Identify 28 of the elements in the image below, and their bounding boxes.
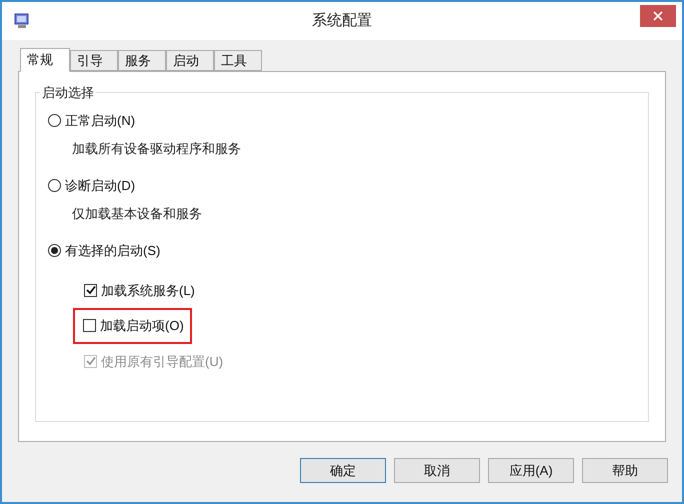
radio-label: 有选择的启动(S) [65,242,160,260]
dialog-button[interactable]: 取消 [394,458,480,483]
checkbox-label: 加载系统服务(L) [101,282,195,300]
tab[interactable]: 引导 [70,50,118,71]
checkmark-icon [86,285,96,296]
radio-button[interactable] [48,114,61,128]
radio-label: 正常启动(N) [65,112,136,130]
dialog-button[interactable]: 帮助 [582,458,668,483]
tab[interactable]: 启动 [166,50,214,71]
checkbox[interactable] [84,284,97,297]
radio-label: 诊断启动(D) [65,177,136,195]
checkbox-label: 加载启动项(O) [100,317,184,335]
tab[interactable]: 常规 [20,48,70,72]
tab[interactable]: 工具 [214,50,262,71]
dialog-button[interactable]: 应用(A) [488,458,574,483]
checkmark-icon [86,356,96,366]
close-button[interactable] [640,5,676,27]
radio-button[interactable] [48,179,61,192]
window-title: 系统配置 [312,10,372,31]
computer-icon [14,13,30,29]
close-icon [653,11,663,21]
radio-button[interactable] [48,244,61,258]
option-description: 仅加载基本设备和服务 [71,204,203,222]
checkbox[interactable] [83,319,96,332]
dialog-button[interactable]: 确定 [300,458,386,483]
checkbox-label: 使用原有引导配置(U) [101,352,224,371]
option-description: 加载所有设备驱动程序和服务 [71,140,242,158]
tab[interactable]: 服务 [118,50,166,71]
